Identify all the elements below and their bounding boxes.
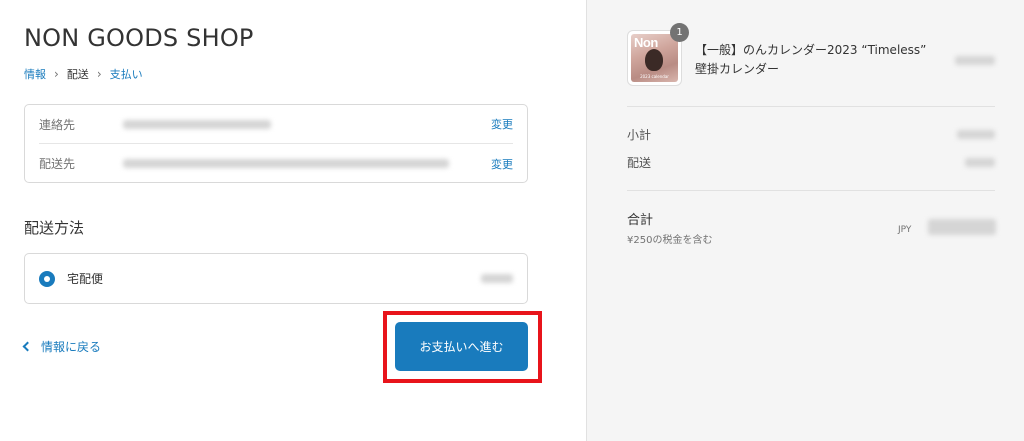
shipping-summary-label: 配送: [627, 155, 652, 170]
total-value-redacted: [928, 219, 996, 235]
currency-code: JPY: [898, 225, 912, 235]
contact-label: 連絡先: [39, 117, 76, 132]
review-box: 連絡先 変更 配送先 変更: [24, 104, 528, 183]
shipping-option-label: 宅配便: [67, 272, 104, 286]
shipping-row: 配送: [627, 153, 995, 171]
breadcrumb: 情報 › 配送 › 支払い: [24, 66, 143, 82]
product-image: Non 2023 calendar: [631, 34, 678, 82]
total-label: 合計: [627, 213, 654, 228]
subtotal-row: 小計: [627, 125, 995, 143]
radio-selected-icon[interactable]: [39, 270, 55, 287]
breadcrumb-info[interactable]: 情報: [24, 66, 46, 82]
chevron-right-icon: ›: [96, 67, 102, 81]
shipping-summary-value-redacted: [957, 157, 995, 167]
product-price-redacted: [955, 56, 995, 65]
breadcrumb-payment[interactable]: 支払い: [110, 66, 143, 82]
product-thumbnail: Non 2023 calendar 1: [627, 23, 689, 86]
checkout-main: NON GOODS SHOP 情報 › 配送 › 支払い 連絡先 変更 配送先 …: [0, 0, 586, 441]
contact-value-redacted: [123, 119, 491, 129]
continue-to-payment-button[interactable]: お支払いへ進む: [395, 322, 528, 371]
tax-note: ¥250の税金を含む: [627, 235, 713, 246]
thumb-caption: 2023 calendar: [640, 74, 669, 79]
redacted-text: [123, 159, 449, 168]
divider: [627, 106, 995, 107]
thumb-logo: Non: [634, 35, 658, 50]
redacted-text: [965, 157, 995, 167]
order-line-item: Non 2023 calendar 1 【一般】のんカレンダー2023 “Tim…: [627, 23, 995, 90]
contact-row: 連絡先 変更: [39, 105, 513, 144]
shipto-row: 配送先 変更: [39, 144, 513, 183]
shop-title: NON GOODS SHOP: [24, 24, 254, 52]
redacted-text: [955, 56, 995, 65]
subtotal-value-redacted: [957, 129, 995, 139]
shipping-option[interactable]: 宅配便: [24, 253, 528, 304]
back-to-info-link[interactable]: 情報に戻る: [22, 338, 102, 355]
redacted-text: [123, 119, 271, 129]
breadcrumb-shipping: 配送: [66, 68, 89, 81]
quantity-badge: 1: [670, 23, 689, 42]
shipping-method-title: 配送方法: [24, 219, 85, 237]
chevron-left-icon: [22, 341, 33, 352]
redacted-text: [928, 219, 996, 235]
redacted-text: [481, 274, 513, 283]
redacted-text: [957, 129, 995, 139]
shipto-change-link[interactable]: 変更: [491, 156, 513, 172]
product-name: 【一般】のんカレンダー2023 “Timeless” 壁掛カレンダー: [695, 43, 927, 76]
shipto-label: 配送先: [39, 157, 76, 171]
shipping-price-redacted: [481, 274, 513, 283]
portrait-graphic: [645, 49, 663, 71]
divider: [627, 190, 995, 191]
chevron-right-icon: ›: [54, 67, 59, 81]
subtotal-label: 小計: [627, 127, 652, 142]
back-link-label: 情報に戻る: [41, 340, 102, 354]
contact-change-link[interactable]: 変更: [491, 116, 513, 132]
shipto-value-redacted: [123, 159, 491, 168]
